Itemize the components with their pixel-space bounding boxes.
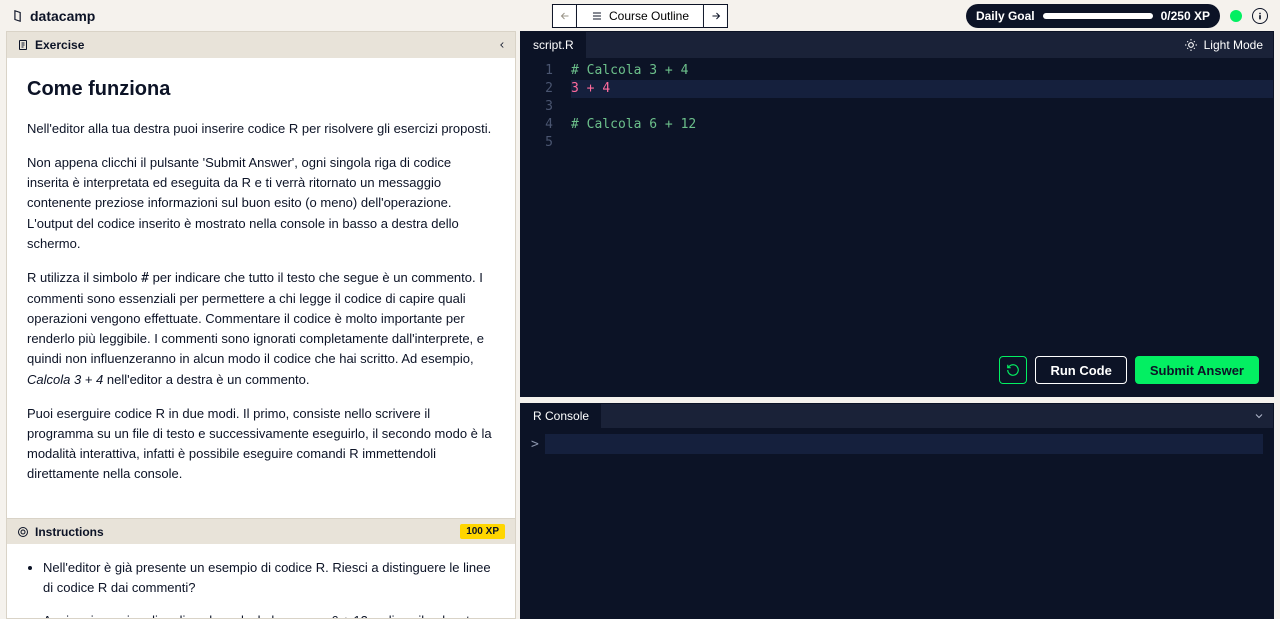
status-indicator-icon	[1230, 10, 1242, 22]
chevron-left-icon	[497, 40, 507, 50]
console-input[interactable]	[545, 434, 1263, 454]
left-scroll[interactable]: Exercise Come funziona Nell'editor alla …	[7, 32, 515, 618]
tab-script[interactable]: script.R	[521, 32, 587, 58]
code-num: 3	[571, 81, 579, 96]
instructions-content: Nell'editor è già presente un esempio di…	[7, 544, 515, 618]
console-tabs: R Console	[521, 404, 1273, 428]
instruction-item: Aggiungi una riga di codice che calcola …	[43, 611, 495, 618]
course-outline-label: Course Outline	[609, 9, 689, 23]
exercise-p1: Nell'editor alla tua destra puoi inserir…	[27, 119, 495, 139]
submit-answer-button[interactable]: Submit Answer	[1135, 356, 1259, 384]
console-collapse-button[interactable]	[1253, 404, 1265, 428]
logo[interactable]: datacamp	[12, 8, 95, 24]
run-code-label: Run Code	[1050, 363, 1111, 378]
arrow-left-icon	[558, 10, 570, 22]
console-prompt: >	[531, 437, 539, 452]
logo-icon	[12, 9, 26, 23]
instructions-header: Instructions 100 XP	[7, 518, 515, 544]
exercise-content: Come funziona Nell'editor alla tua destr…	[7, 58, 515, 518]
exercise-p2: Non appena clicchi il pulsante 'Submit A…	[27, 153, 495, 254]
daily-goal-label: Daily Goal	[976, 9, 1035, 23]
chevron-down-icon	[1253, 410, 1265, 422]
editor-body[interactable]: 12345 # Calcola 3 + 4 3 + 4 # Calcola 6 …	[521, 58, 1273, 396]
left-panel: Exercise Come funziona Nell'editor alla …	[6, 31, 516, 619]
target-icon	[17, 526, 29, 538]
info-icon	[1255, 11, 1265, 21]
console-body[interactable]: >	[521, 428, 1273, 618]
instructions-header-label: Instructions	[35, 525, 104, 539]
arrow-right-icon	[710, 10, 722, 22]
code-op: +	[579, 81, 602, 96]
exercise-title: Come funziona	[27, 74, 495, 105]
daily-goal[interactable]: Daily Goal 0/250 XP	[966, 4, 1220, 28]
reset-icon	[1006, 363, 1020, 377]
hash-literal: #	[141, 271, 149, 286]
course-outline-button[interactable]: Course Outline	[576, 4, 704, 28]
editor-tabs: script.R Light Mode	[521, 32, 1273, 58]
exercise-p3-em: Calcola 3 + 4	[27, 372, 103, 387]
list-icon	[591, 10, 603, 22]
code-comment: # Calcola 3 + 4	[571, 63, 688, 78]
editor-actions: Run Code Submit Answer	[999, 356, 1259, 384]
gutter: 12345	[521, 58, 561, 396]
tab-console[interactable]: R Console	[521, 404, 601, 428]
code-num: 4	[602, 81, 610, 96]
light-mode-label: Light Mode	[1204, 38, 1263, 52]
main-area: Exercise Come funziona Nell'editor alla …	[0, 31, 1280, 619]
exercise-header-label: Exercise	[35, 38, 84, 52]
exercise-p3-c: nell'editor a destra è un commento.	[103, 372, 309, 387]
logo-text: datacamp	[30, 8, 95, 24]
document-icon	[17, 39, 29, 51]
editor: script.R Light Mode 12345 # Calcola 3 + …	[520, 31, 1274, 397]
submit-answer-label: Submit Answer	[1150, 363, 1244, 378]
code-comment: # Calcola 6 + 12	[571, 117, 696, 132]
info-button[interactable]	[1252, 8, 1268, 24]
exercise-p4: Puoi eserguire codice R in due modi. Il …	[27, 404, 495, 485]
top-bar: datacamp Course Outline Daily Goal 0/250…	[0, 0, 1280, 31]
daily-goal-progress	[1043, 13, 1153, 19]
run-code-button[interactable]: Run Code	[1035, 356, 1126, 384]
reset-button[interactable]	[999, 356, 1027, 384]
exercise-header: Exercise	[7, 32, 515, 58]
course-nav: Course Outline	[552, 4, 728, 28]
daily-goal-value: 0/250 XP	[1161, 9, 1210, 23]
prev-exercise-button[interactable]	[552, 4, 576, 28]
exercise-p3: R utilizza il simbolo # per indicare che…	[27, 268, 495, 390]
light-mode-toggle[interactable]: Light Mode	[1184, 32, 1263, 58]
collapse-left-button[interactable]	[493, 36, 511, 54]
code-area[interactable]: # Calcola 3 + 4 3 + 4 # Calcola 6 + 12	[561, 58, 1273, 396]
header-right: Daily Goal 0/250 XP	[966, 4, 1268, 28]
xp-badge: 100 XP	[460, 524, 505, 539]
next-exercise-button[interactable]	[704, 4, 728, 28]
sun-icon	[1184, 38, 1198, 52]
exercise-p3-a: R utilizza il simbolo	[27, 270, 141, 285]
console: R Console >	[520, 403, 1274, 619]
instruction-item: Nell'editor è già presente un esempio di…	[43, 558, 495, 598]
right-panel: script.R Light Mode 12345 # Calcola 3 + …	[516, 31, 1280, 619]
